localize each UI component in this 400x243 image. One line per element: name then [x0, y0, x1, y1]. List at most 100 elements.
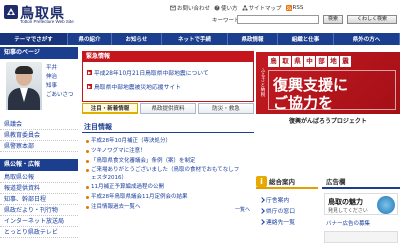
- featured-item[interactable]: 「鳥取県食文化審議会」条例（案）を制定: [82, 156, 254, 166]
- info-link-label: 庁舎案内: [266, 198, 290, 204]
- featured-item[interactable]: ご来場ありがとうございました（鳥取の食材でおもてなしフェスタ2016）: [82, 166, 254, 182]
- info-tabs: 注目・新着情報 県政提供資料 防災・救急: [82, 103, 254, 114]
- howto-label: 使い方: [221, 6, 238, 12]
- ad-banner-2[interactable]: [324, 231, 398, 243]
- governor-photo[interactable]: [6, 62, 42, 110]
- banner-char: 地: [328, 56, 339, 67]
- link-gazette[interactable]: 鳥取県公報: [0, 172, 78, 183]
- emergency-heading: 緊急情報: [82, 51, 254, 62]
- tab-disaster[interactable]: 防災・救急: [198, 103, 254, 114]
- general-info-box: i 総合案内 庁舎案内 県庁の窓口 連絡先一覧: [256, 175, 318, 243]
- prefecture-emblem-icon: [4, 5, 18, 19]
- rss-link[interactable]: RSS: [285, 3, 303, 13]
- utility-links: お問い合わせ ? 使い方 サイトマップ RSS: [170, 3, 400, 13]
- sitemap-icon: [242, 5, 248, 11]
- svg-text:?: ?: [216, 6, 218, 11]
- link-schedule[interactable]: 知事、幹部日程: [0, 194, 78, 205]
- ad-banner-sub: 発見してください: [328, 208, 368, 214]
- featured-heading: 注目情報: [84, 123, 112, 131]
- link-press[interactable]: 報道提供資料: [0, 183, 78, 194]
- featured-item[interactable]: 11月補正予算編成過程の公開: [82, 182, 254, 192]
- nav-item-visitors[interactable]: 県外の方へ: [334, 33, 400, 45]
- featured-item[interactable]: ツキノワグマに注意！: [82, 146, 254, 156]
- link-internet-broadcast[interactable]: インターネット放送局: [0, 216, 78, 227]
- featured-item[interactable]: 平成28年鳥取県議会11月定例会の結果: [82, 192, 254, 202]
- help-icon: ?: [214, 5, 220, 11]
- recovery-banner[interactable]: 鳥 取 県 中 部 地 震 ふるさと納税 復興支援に ご協力を 復興がんばろうプ…: [256, 52, 400, 132]
- link-board-of-education[interactable]: 県教育委員会: [0, 130, 78, 141]
- governor-heading: 知事のページ: [0, 47, 78, 59]
- nav-item-theme[interactable]: テーマでさがす: [0, 33, 68, 45]
- bullet-icon: [86, 149, 89, 153]
- ad-banner[interactable]: 鳥取の魅力 発見してください: [324, 193, 398, 215]
- search-button[interactable]: 検索: [323, 15, 343, 24]
- advanced-search-label: くわしく検索: [356, 16, 387, 22]
- site-logo[interactable]: 鳥取県 Tottori Prefecture Web Site: [4, 2, 104, 28]
- chevron-right-icon: [259, 207, 265, 214]
- gov-text-1: 平井: [46, 65, 58, 71]
- governor-box[interactable]: 平井 伸治 知事 ごあいさつ: [4, 62, 76, 112]
- site-title-en: Tottori Prefecture Web Site: [20, 19, 74, 24]
- advanced-search-button[interactable]: くわしく検索: [347, 15, 397, 24]
- contact-link[interactable]: お問い合わせ: [170, 3, 210, 13]
- mail-icon: [170, 5, 176, 11]
- link-police[interactable]: 県警察本部: [0, 141, 78, 152]
- info-link-label: 県庁の窓口: [266, 209, 295, 215]
- featured-more-link[interactable]: 一覧へ: [235, 206, 250, 213]
- link-prefectural-assembly[interactable]: 県議会: [0, 119, 78, 130]
- rss-icon: [285, 5, 292, 11]
- arrow-right-icon: ▶: [87, 84, 92, 89]
- info-link-contacts[interactable]: 連絡先一覧: [259, 217, 295, 226]
- nav-item-news[interactable]: お知らせ: [112, 33, 162, 45]
- banner-char: 震: [340, 56, 351, 67]
- featured-item-text: 注目情報過去一覧へ: [91, 204, 141, 210]
- featured-item[interactable]: 平成28年10月補正（専決処分）: [82, 136, 254, 146]
- info-link-window[interactable]: 県庁の窓口: [259, 206, 295, 215]
- link-publications[interactable]: 県政だより・刊行物: [0, 205, 78, 216]
- gov-text-4: ごあいさつ: [46, 92, 74, 98]
- nav-item-intro[interactable]: 県の紹介: [68, 33, 112, 45]
- chevron-right-icon: [259, 218, 265, 225]
- center-column: 緊急情報 ▶ 平成28年10月21日鳥取県中部地震について ▶ 鳥取県中部地震被…: [82, 47, 254, 243]
- emergency-item-text: 平成28年10月21日鳥取県中部地震について: [94, 71, 209, 77]
- featured-item-text: 平成28年10月補正（専決処分）: [91, 138, 171, 144]
- banner-line-2: ご協力を: [273, 94, 334, 112]
- arrow-right-icon: ▶: [87, 70, 92, 75]
- link-tv[interactable]: とっとり県政テレビ: [0, 227, 78, 238]
- nav-item-organization[interactable]: 組織と仕事: [278, 33, 334, 45]
- search-input[interactable]: [237, 15, 319, 24]
- nav-item-policy[interactable]: 県政情報: [228, 33, 278, 45]
- banner-subtitle: 鳥 取 県 中 部 地 震: [268, 56, 388, 68]
- featured-item-text: 11月補正予算編成過程の公開: [91, 184, 164, 190]
- banner-main-text: 復興支援に ご協力を: [268, 70, 396, 112]
- banner-char: 取: [280, 56, 291, 67]
- bullet-icon: [86, 159, 89, 163]
- featured-list: 平成28年10月補正（専決処分） ツキノワグマに注意！ 「鳥取県食文化審議会」条…: [82, 136, 254, 212]
- nav-item-online[interactable]: ネットで手続: [162, 33, 228, 45]
- chevron-right-icon: [259, 196, 265, 203]
- sitemap-link[interactable]: サイトマップ: [242, 3, 282, 13]
- general-info-title: 総合案内: [269, 178, 295, 186]
- banner-caption[interactable]: 復興がんばろうプロジェクト: [256, 116, 400, 125]
- ad-heading: 広告欄: [322, 175, 400, 189]
- banner-char: 部: [316, 56, 327, 67]
- emergency-box: ▶ 平成28年10月21日鳥取県中部地震について ▶ 鳥取県中部地震被災地応援サ…: [82, 62, 254, 102]
- banner-char: 中: [304, 56, 315, 67]
- banner-image[interactable]: 鳥 取 県 中 部 地 震 ふるさと納税 復興支援に ご協力を: [256, 52, 400, 114]
- governor-greeting[interactable]: 平井 伸治 知事 ごあいさつ: [46, 64, 76, 100]
- left-column: 知事のページ 平井 伸治 知事 ごあいさつ 県議会 県教育委員会 県警察本部 県…: [0, 47, 78, 243]
- emergency-item[interactable]: ▶ 平成28年10月21日鳥取県中部地震について: [87, 68, 209, 77]
- emergency-item[interactable]: ▶ 鳥取県中部地震被災地応援サイト: [87, 82, 181, 91]
- howto-link[interactable]: ? 使い方: [214, 3, 238, 13]
- bullet-icon: [86, 139, 89, 143]
- emergency-item-text: 鳥取県中部地震被災地応援サイト: [94, 85, 181, 91]
- ad-recruit-link[interactable]: バナー広告の募集: [326, 219, 370, 227]
- featured-item-text: 「鳥取県食文化審議会」条例（案）を制定: [91, 158, 196, 164]
- featured-item[interactable]: 注目情報過去一覧へ: [82, 202, 254, 212]
- featured-item-text: ツキノワグマに注意！: [91, 148, 146, 154]
- featured-item-text: 平成28年鳥取県議会11月定例会の結果: [91, 194, 188, 200]
- info-link-building[interactable]: 庁舎案内: [259, 195, 290, 204]
- tab-press[interactable]: 県政提供資料: [140, 103, 196, 114]
- tab-featured[interactable]: 注目・新着情報: [82, 103, 138, 114]
- gov-text-3: 知事: [46, 83, 58, 89]
